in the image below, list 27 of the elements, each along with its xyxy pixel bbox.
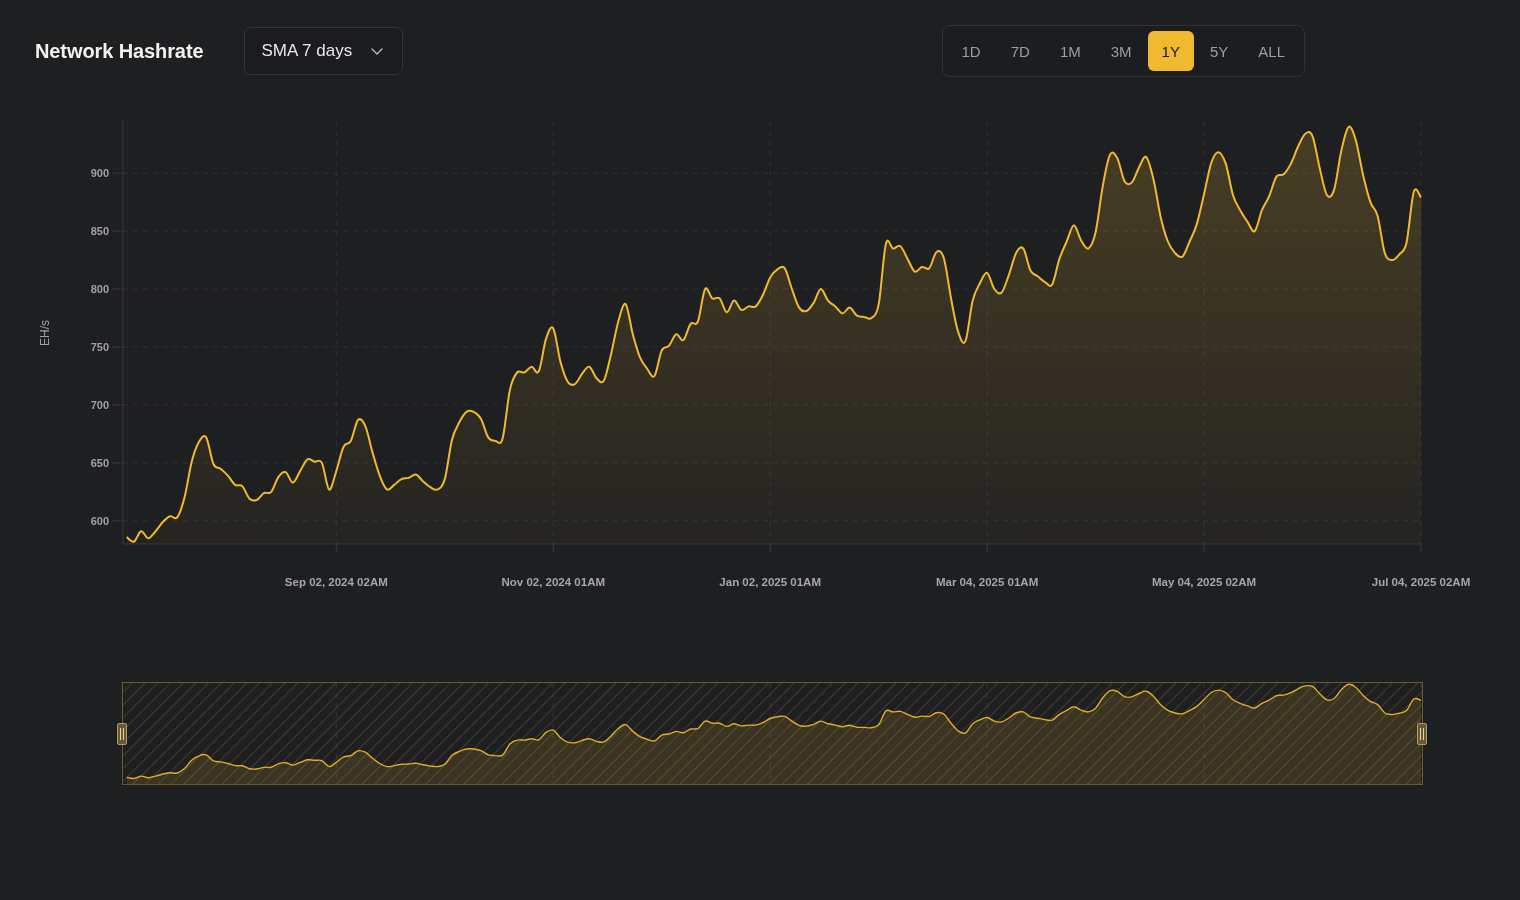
x-tick-label: Jul 04, 2025 02AM	[1371, 576, 1471, 589]
range-button[interactable]: 5Y	[1195, 31, 1243, 71]
x-tick-label: Nov 02, 2024 01AM	[501, 576, 606, 589]
y-tick-label: 600	[90, 514, 109, 527]
y-tick-label: 800	[90, 282, 109, 295]
y-tick-label: 750	[90, 340, 109, 353]
range-button[interactable]: 1M	[1045, 31, 1095, 71]
y-tick-label: 700	[90, 398, 109, 411]
x-tick-label: May 04, 2025 02AM	[1151, 576, 1257, 589]
x-tick-label: Mar 04, 2025 01AM	[936, 576, 1039, 589]
range-button[interactable]: 1D	[947, 31, 995, 71]
x-tick-label: Jan 02, 2025 01AM	[719, 576, 821, 589]
range-handle[interactable]	[1417, 723, 1427, 745]
range-button[interactable]: 7D	[996, 31, 1044, 71]
y-axis-title: EH/s	[38, 320, 53, 346]
range-selection[interactable]	[122, 682, 1423, 785]
chevron-down-icon	[371, 47, 384, 55]
chart-title: Network Hashrate	[35, 39, 204, 63]
range-handle[interactable]	[117, 723, 127, 745]
smoothing-dropdown[interactable]: SMA 7 days	[244, 27, 404, 75]
y-tick-label: 850	[90, 224, 109, 237]
y-tick-label: 900	[90, 167, 109, 179]
range-button[interactable]: 1Y	[1147, 31, 1194, 71]
y-tick-label: 650	[90, 456, 109, 469]
range-button[interactable]: 3M	[1096, 31, 1146, 71]
range-button[interactable]: ALL	[1244, 31, 1299, 71]
x-tick-label: Sep 02, 2024 02AM	[284, 576, 388, 589]
